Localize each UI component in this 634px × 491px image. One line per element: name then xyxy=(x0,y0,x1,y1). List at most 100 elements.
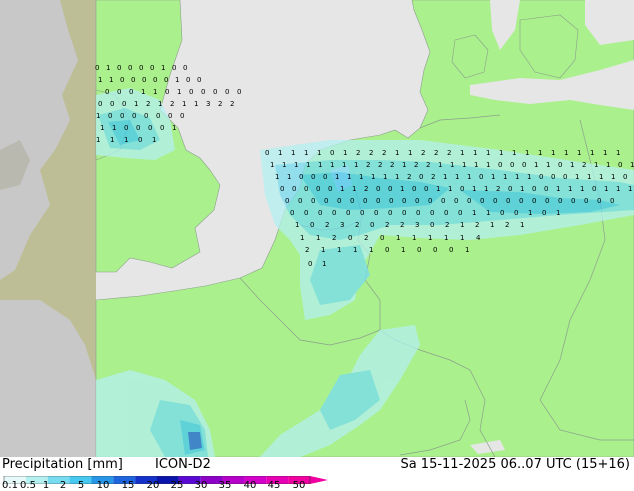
precip-value-label: 1 xyxy=(141,88,145,96)
precip-value-label: 0 xyxy=(380,234,384,242)
precip-value-label: 0 xyxy=(544,185,548,193)
precip-value-label: 1 xyxy=(112,124,116,132)
precip-value-label: 0 xyxy=(416,209,420,217)
precip-value-label: 1 xyxy=(396,234,400,242)
precip-value-label: 1 xyxy=(182,100,186,108)
precip-value-label: 0 xyxy=(330,149,334,157)
precip-value-label: 0 xyxy=(292,185,296,193)
precip-value-label: 1 xyxy=(436,185,440,193)
precip-value-label: 0 xyxy=(172,64,176,72)
precip-value-label: 1 xyxy=(455,173,459,181)
precip-value-label: 0 xyxy=(402,209,406,217)
precip-value-label: 0 xyxy=(389,197,393,205)
precip-value-label: 1 xyxy=(568,185,572,193)
precip-value-label: 1 xyxy=(300,234,304,242)
precip-value-label: 0 xyxy=(290,209,294,217)
precip-value-label: 0 xyxy=(498,161,502,169)
precip-value-label: 1 xyxy=(342,161,346,169)
precip-value-label: 0 xyxy=(388,209,392,217)
precip-value-label: 1 xyxy=(110,136,114,144)
precip-value-label: 2 xyxy=(305,246,309,254)
precip-value-label: 0 xyxy=(117,88,121,96)
precip-value-label: 0 xyxy=(138,136,142,144)
precip-value-label: 2 xyxy=(378,161,382,169)
precip-value-label: 0 xyxy=(311,197,315,205)
precip-value-label: 1 xyxy=(282,161,286,169)
precip-value-label: 0 xyxy=(458,209,462,217)
precip-value-label: 2 xyxy=(505,221,509,229)
precip-value-label: 1 xyxy=(96,136,100,144)
precip-value-label: 1 xyxy=(337,246,341,254)
precip-value-label: 0 xyxy=(449,246,453,254)
precip-value-label: 0 xyxy=(299,173,303,181)
precip-value-label: 0 xyxy=(164,76,168,84)
precip-value-label: 1 xyxy=(515,173,519,181)
precip-value-label: 0 xyxy=(346,209,350,217)
precip-value-label: 1 xyxy=(402,161,406,169)
precip-value-label: 0 xyxy=(597,197,601,205)
precip-value-label: 1 xyxy=(594,161,598,169)
colorbar-tick-label: 2 xyxy=(59,480,67,491)
precip-value-label: 2 xyxy=(385,221,389,229)
precip-value-label: 1 xyxy=(603,149,607,157)
precip-value-label: 0 xyxy=(332,209,336,217)
precip-value-label: 1 xyxy=(450,161,454,169)
precip-value-label: 1 xyxy=(525,149,529,157)
precip-value-label: 0 xyxy=(618,161,622,169)
precip-value-label: 2 xyxy=(390,161,394,169)
colorbar-tick-label: 30 xyxy=(194,480,208,491)
precip-value-label: 2 xyxy=(230,100,234,108)
precip-value-label: 1 xyxy=(630,161,634,169)
precip-value-label: 1 xyxy=(577,149,581,157)
valid-datetime: Sa 15-11-2025 06..07 UTC (15+16) xyxy=(400,457,630,472)
colorbar-tick-label: 40 xyxy=(243,480,257,491)
precip-value-label: 1 xyxy=(294,161,298,169)
precip-value-label: 0 xyxy=(350,197,354,205)
precip-value-label: 0 xyxy=(376,185,380,193)
precip-value-label: 1 xyxy=(109,76,113,84)
precip-value-label: 1 xyxy=(395,173,399,181)
precip-value-label: 1 xyxy=(587,173,591,181)
precipitation-map-view: 0100001001100000100000110100000000121211… xyxy=(0,0,634,491)
precip-value-label: 1 xyxy=(322,260,326,268)
precip-value-label: 1 xyxy=(599,173,603,181)
precip-value-label: 1 xyxy=(275,173,279,181)
precip-value-label: 0 xyxy=(592,185,596,193)
precip-value-label: 0 xyxy=(430,209,434,217)
precip-value-label: 1 xyxy=(369,246,373,254)
precip-value-label: 1 xyxy=(546,161,550,169)
precip-value-label: 1 xyxy=(153,88,157,96)
precip-value-label: 1 xyxy=(316,234,320,242)
precip-value-label: 1 xyxy=(473,149,477,157)
precip-value-label: 0 xyxy=(201,88,205,96)
precip-value-label: 1 xyxy=(484,185,488,193)
precip-value-label: 3 xyxy=(206,100,210,108)
precip-value-label: 0 xyxy=(519,197,523,205)
precip-value-label: 0 xyxy=(131,76,135,84)
precip-value-label: 0 xyxy=(110,100,114,108)
precip-value-label: 1 xyxy=(278,149,282,157)
precip-value-label: 0 xyxy=(280,185,284,193)
precip-value-label: 1 xyxy=(503,173,507,181)
precip-value-label: 0 xyxy=(308,260,312,268)
precip-value-label: 0 xyxy=(168,112,172,120)
precip-value-label: 1 xyxy=(408,149,412,157)
precip-value-label: 0 xyxy=(136,124,140,132)
precip-value-label: 0 xyxy=(539,173,543,181)
precip-value-label: 0 xyxy=(419,173,423,181)
precip-value-label: 0 xyxy=(156,112,160,120)
precip-value-label: 0 xyxy=(120,112,124,120)
precip-value-label: 0 xyxy=(165,88,169,96)
precip-value-label: 1 xyxy=(194,100,198,108)
precip-value-label: 1 xyxy=(472,209,476,217)
precip-value-label: 0 xyxy=(318,209,322,217)
precip-value-label: 0 xyxy=(563,173,567,181)
precip-value-label: 0 xyxy=(370,221,374,229)
precip-value-label: 1 xyxy=(443,173,447,181)
precip-value-label: 1 xyxy=(172,124,176,132)
precip-value-label: 2 xyxy=(414,161,418,169)
precip-value-label: 1 xyxy=(490,221,494,229)
precip-value-label: 0 xyxy=(412,185,416,193)
colorbar-tick-label: 45 xyxy=(267,480,281,491)
precip-value-label: 1 xyxy=(359,173,363,181)
